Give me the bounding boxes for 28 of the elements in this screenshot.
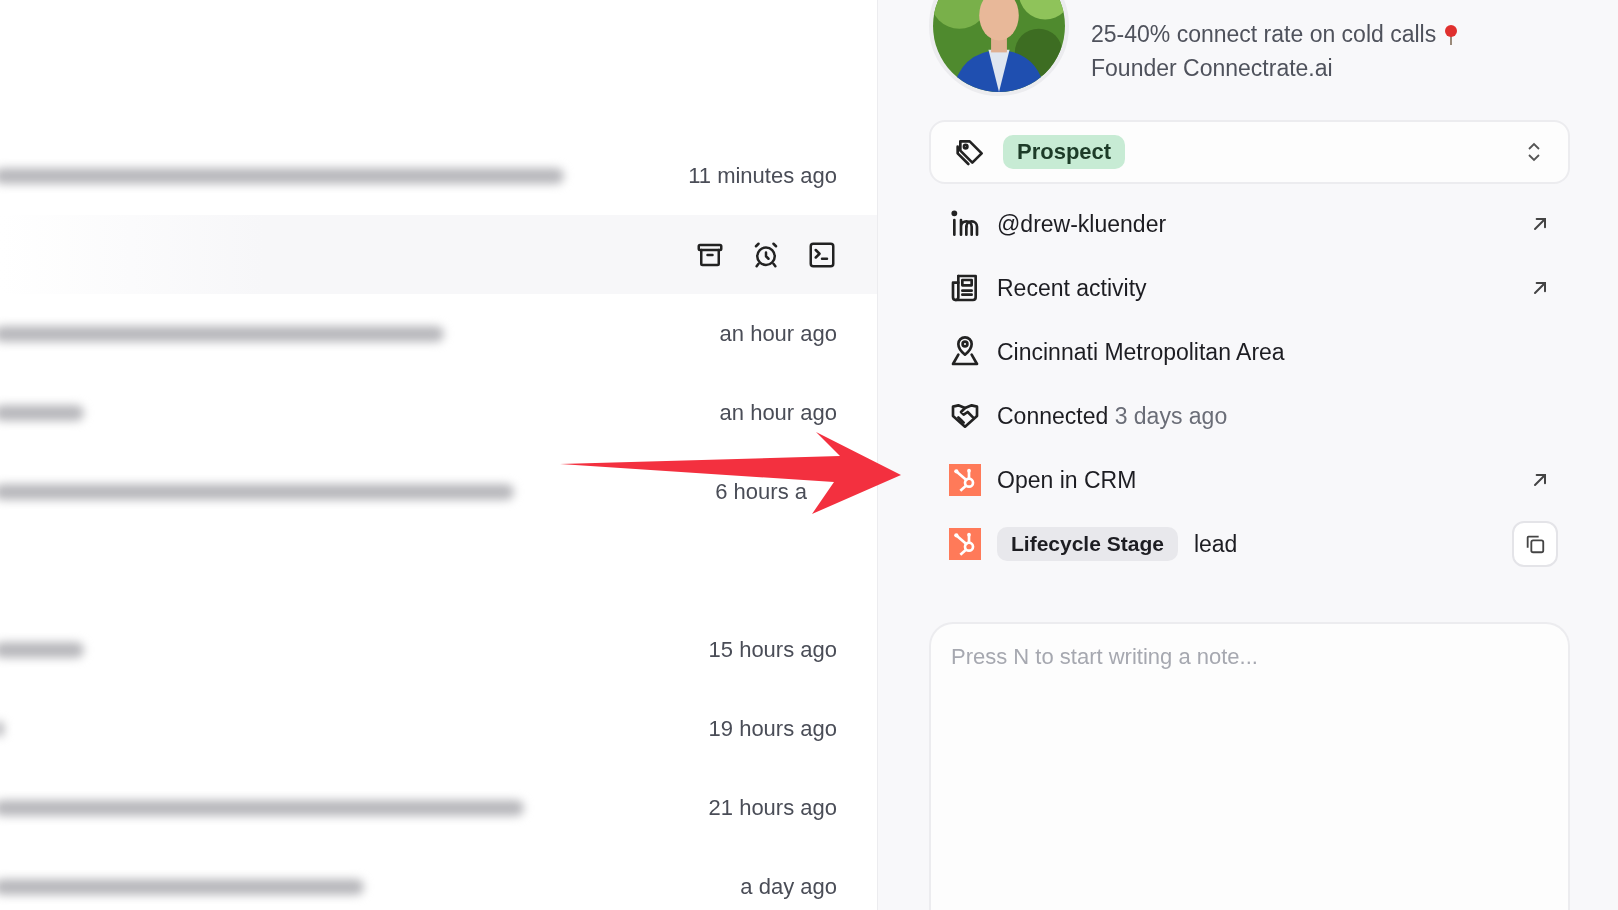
message-time: an hour ago: [719, 320, 837, 347]
copy-icon: [1524, 533, 1546, 555]
message-time: a day ago: [740, 873, 837, 900]
hub-logo-icon: [949, 528, 981, 560]
message-time: 11 minutes ago: [688, 162, 837, 189]
pushpin-icon: [1444, 23, 1459, 46]
map-pin-icon: [949, 336, 981, 368]
field-value: lead: [1193, 530, 1238, 557]
status-select[interactable]: Prospect: [929, 120, 1570, 184]
status-pill: Prospect: [1003, 135, 1126, 169]
hub-logo-icon: [949, 464, 981, 496]
message-time: an hour ago: [719, 399, 837, 426]
message-time: 15 hours ago: [708, 636, 837, 663]
link-text[interactable]: @drew-kluender: [997, 210, 1167, 237]
message-time: 19 hours ago: [708, 715, 837, 742]
headline-text: 25-40% connect rate on cold calls: [1091, 21, 1437, 48]
detail-text: Connected: [997, 402, 1109, 429]
copy-button[interactable]: [1512, 521, 1558, 567]
detail-text: Cincinnati Metropolitan Area: [997, 338, 1285, 365]
note-field[interactable]: Press N to start writing a note...: [929, 622, 1570, 910]
message-time: 6 hours a: [715, 478, 807, 505]
link-text[interactable]: Open in CRM: [997, 466, 1137, 493]
link-text[interactable]: Recent activity: [997, 274, 1147, 301]
chevron-updown-icon: [1526, 141, 1542, 163]
headline-text: Founder Connectrate.ai: [1091, 55, 1333, 82]
field-label: Lifecycle Stage: [997, 527, 1178, 561]
message-time: 21 hours ago: [708, 794, 837, 821]
detail-time: 3 days ago: [1114, 402, 1228, 429]
